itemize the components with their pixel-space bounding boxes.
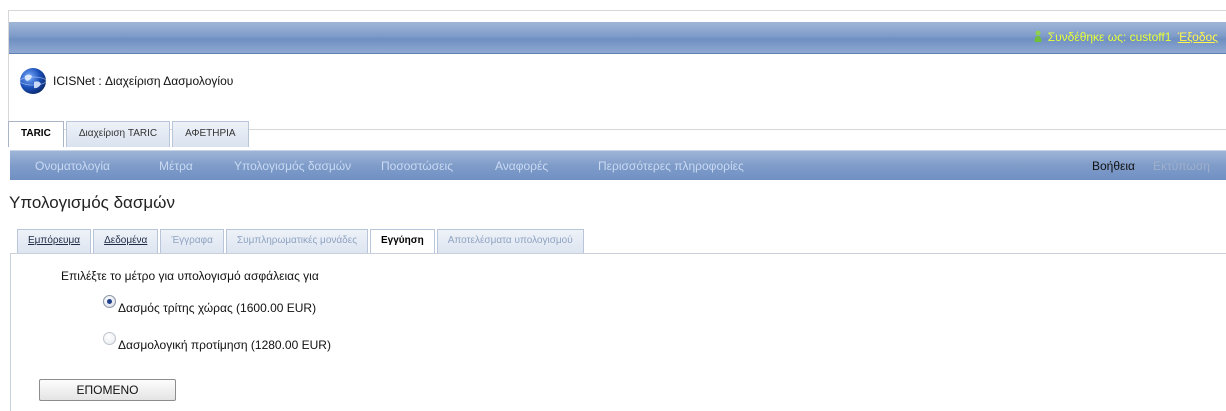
tab-guarantee[interactable]: Εγγύηση <box>370 229 435 253</box>
menu-help[interactable]: Βοήθεια <box>1092 159 1135 173</box>
tab-goods-label: Εμπόρευμα <box>28 235 81 246</box>
header-frame: Συνδέθηκε ως: custoff1 Έξοδος ICISNet : … <box>8 10 1226 130</box>
menu-more-info[interactable]: Περισσότερες πληροφορίες <box>598 159 744 173</box>
menu-quotas[interactable]: Ποσοστώσεις <box>381 159 453 173</box>
username: custoff1 <box>1129 30 1172 44</box>
logout-link[interactable]: Έξοδος <box>1178 30 1218 44</box>
menu-print[interactable]: Εκτύπωση <box>1153 159 1210 173</box>
main-menu-bar: Ονοματολογία Μέτρα Υπολογισμός δασμών Πο… <box>10 150 1226 180</box>
menu-duty-calculation[interactable]: Υπολογισμός δασμών <box>234 159 351 173</box>
globe-logo-icon <box>19 68 47 94</box>
menu-nomenclature[interactable]: Ονοματολογία <box>35 159 110 173</box>
option-third-country-duty-label: Δασμός τρίτης χώρας (1600.00 EUR) <box>118 301 317 315</box>
menu-measures[interactable]: Μέτρα <box>159 159 193 173</box>
radio-tariff-preference[interactable] <box>103 332 116 345</box>
app-title: ICISNet : Διαχείριση Δασμολογίου <box>53 74 234 88</box>
page-title: Υπολογισμός δασμών <box>9 193 175 212</box>
tab-supplementary-units[interactable]: Συμπληρωματικές μονάδες <box>225 229 369 253</box>
menu-reports[interactable]: Αναφορές <box>495 159 548 173</box>
tab-goods[interactable]: Εμπόρευμα <box>17 229 92 253</box>
brand: ICISNet : Διαχείριση Δασμολογίου <box>19 66 233 96</box>
tab-taric[interactable]: TARIC <box>8 121 64 147</box>
tab-data-label: Δεδομένα <box>104 235 148 246</box>
calculation-tabs: Εμπόρευμα Δεδομένα Έγγραφα Συμπληρωματικ… <box>17 229 586 253</box>
tab-afetiria[interactable]: ΑΦΕΤΗΡΙΑ <box>172 121 249 147</box>
main-tabs: TARIC Διαχείριση TARIC ΑΦΕΤΗΡΙΑ <box>8 121 251 147</box>
guarantee-prompt: Επιλέξτε το μέτρο για υπολογισμό ασφάλει… <box>61 269 319 283</box>
radio-third-country-duty[interactable] <box>103 295 116 308</box>
next-button[interactable]: ΕΠΟΜΕΝΟ <box>39 379 176 401</box>
login-prefix: Συνδέθηκε ως: <box>1047 30 1127 44</box>
option-tariff-preference-label: Δασμολογική προτίμηση (1280.00 EUR) <box>118 338 331 352</box>
tab-taric-management[interactable]: Διαχείριση TARIC <box>65 121 171 147</box>
option-tariff-preference[interactable]: Δασμολογική προτίμηση (1280.00 EUR) <box>103 332 331 352</box>
top-bar: Συνδέθηκε ως: custoff1 Έξοδος <box>9 22 1226 54</box>
tab-data[interactable]: Δεδομένα <box>93 229 159 253</box>
tab-documents[interactable]: Έγγραφα <box>160 229 224 253</box>
login-info: Συνδέθηκε ως: custoff1 Έξοδος <box>1034 30 1218 44</box>
user-icon <box>1034 30 1042 42</box>
option-third-country-duty[interactable]: Δασμός τρίτης χώρας (1600.00 EUR) <box>103 295 316 315</box>
tab-calculation-results[interactable]: Αποτελέσματα υπολογισμού <box>436 229 584 253</box>
